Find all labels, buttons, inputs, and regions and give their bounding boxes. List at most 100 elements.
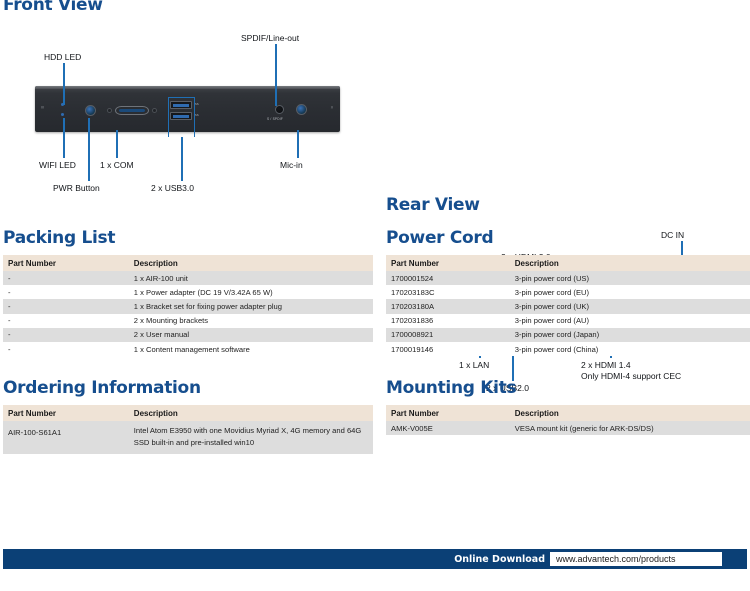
table-row: - 1 x Bracket set for fixing power adapt… [3,299,373,314]
callout-spdif-lineout: SPDIF/Line-out [241,33,300,43]
cell-description: 3-pin power cord (China) [509,341,750,357]
table-row: - 2 x Mounting brackets [3,313,373,328]
cell-part-number: AMK-V005E [386,421,510,436]
ordering-information-table: Part Number Description AIR-100-S61A1 In… [3,405,373,454]
cell-description: 1 x Bracket set for fixing power adapter… [128,299,373,314]
com-screw-left [107,108,112,113]
usb3-bottom-silk: SS [195,114,199,117]
cell-description: 2 x Mounting brackets [128,313,373,328]
table-row: 170203183C 3-pin power cord (EU) [386,285,750,300]
packing-list-table: Part Number Description - 1 x AIR-100 un… [3,255,373,357]
callout-wifi-led: WIFI LED [39,160,76,170]
table-row: 170203180A 3-pin power cord (UK) [386,299,750,314]
callout-lan: 1 x LAN [459,360,490,370]
table-header-row: Part Number Description [386,405,750,421]
cell-part-number: - [3,341,129,357]
cell-part-number: - [3,271,129,286]
spdif-silk: S / SPDIF [267,117,283,121]
table-row: 1700019146 3-pin power cord (China) [386,341,750,357]
column-header-part-number: Part Number [386,405,510,421]
spdif-lineout-jack [275,105,284,114]
column-header-description: Description [128,405,373,421]
ordering-information-section: Ordering Information Part Number Descrip… [3,378,373,454]
mounting-kits-title: Mounting Kits [386,378,517,398]
table-header-row: Part Number Description [3,405,373,421]
cell-part-number: 1700001524 [386,271,510,286]
cell-part-number: 1702031836 [386,313,510,328]
cell-part-number: - [3,313,129,328]
download-url-field[interactable]: www.advantech.com/products [550,552,722,566]
cell-description: 2 x User manual [128,327,373,342]
table-row: AMK-V005E VESA mount kit (generic for AR… [386,421,750,436]
cell-description: 3-pin power cord (UK) [509,299,750,314]
callout-mic-in: Mic-in [280,160,303,170]
cell-description: 3-pin power cord (AU) [509,313,750,328]
packing-list-title: Packing List [3,228,116,248]
cell-description: 3-pin power cord (Japan) [509,327,750,342]
cell-description: 1 x Content management software [128,341,373,357]
cell-part-number: 1700019146 [386,341,510,357]
power-button[interactable] [85,105,96,116]
column-header-part-number: Part Number [3,405,129,421]
cell-description: 3-pin power cord (EU) [509,285,750,300]
front-right-mark: )) [330,106,333,109]
table-row: - 1 x Power adapter (DC 19 V/3.42A 65 W) [3,285,373,300]
power-cord-title: Power Cord [386,228,494,248]
callout-com: 1 x COM [100,160,134,170]
cell-description: VESA mount kit (generic for ARK-DS/DS) [509,421,750,436]
column-header-part-number: Part Number [3,255,129,271]
table-row: - 2 x User manual [3,327,373,342]
table-row: AIR-100-S61A1 Intel Atom E3950 with one … [3,421,373,454]
cell-description: 3-pin power cord (US) [509,271,750,286]
leader-wifi-led [63,118,65,158]
cell-part-number: 170203183C [386,285,510,300]
cell-description: Intel Atom E3950 with one Movidius Myria… [128,421,373,454]
cell-part-number: 170203180A [386,299,510,314]
callout-usb3: 2 x USB3.0 [151,183,194,193]
leader-mic-in [297,130,299,158]
cell-part-number: - [3,327,129,342]
power-cord-table: Part Number Description 1700001524 3-pin… [386,255,750,357]
usb3-top-silk: SS [195,103,199,106]
cell-part-number: 1700008921 [386,327,510,342]
table-header-row: Part Number Description [3,255,373,271]
online-download-label: Online Download [454,553,545,565]
cell-description: 1 x Power adapter (DC 19 V/3.42A 65 W) [128,285,373,300]
table-row: - 1 x AIR-100 unit [3,271,373,286]
table-row: 1700001524 3-pin power cord (US) [386,271,750,286]
front-left-mark: (() [41,106,45,109]
com-screw-right [152,108,157,113]
callout-hdd-led: HDD LED [44,52,82,62]
table-row: 1702031836 3-pin power cord (AU) [386,313,750,328]
cell-part-number: - [3,285,129,300]
cell-description: 1 x AIR-100 unit [128,271,373,286]
column-header-part-number: Part Number [386,255,510,271]
rear-view-title: Rear View [386,195,480,215]
wifi-led-indicator [61,113,64,116]
column-header-description: Description [509,405,750,421]
cell-part-number: AIR-100-S61A1 [3,421,129,454]
leader-pwr-button [88,118,90,181]
leader-spdif-lineout [275,44,277,106]
callout-pwr-button: PWR Button [53,183,100,193]
com-port [115,106,149,115]
table-header-row: Part Number Description [386,255,750,271]
column-header-description: Description [509,255,750,271]
table-row: - 1 x Content management software [3,341,373,357]
mic-in-jack [296,104,307,115]
bracket-usb3 [168,97,195,137]
footer-download-bar: Online Download www.advantech.com/produc… [3,549,747,569]
ordering-information-title: Ordering Information [3,378,201,398]
mounting-kits-section: Mounting Kits Part Number Description AM… [386,378,750,436]
leader-usb3 [181,137,183,181]
column-header-description: Description [128,255,373,271]
packing-list-section: Packing List Part Number Description - 1… [3,228,373,357]
table-row: 1700008921 3-pin power cord (Japan) [386,327,750,342]
front-view-section: Front View (() SS SS S / SPDIF)) HDD LE… [3,0,373,200]
callout-hdmi14: 2 x HDMI 1.4 [581,360,631,370]
leader-hdd-led [63,63,65,105]
cell-part-number: - [3,299,129,314]
power-cord-section: Power Cord Part Number Description 17000… [386,228,750,357]
mounting-kits-table: Part Number Description AMK-V005E VESA m… [386,405,750,436]
leader-com [116,130,118,158]
